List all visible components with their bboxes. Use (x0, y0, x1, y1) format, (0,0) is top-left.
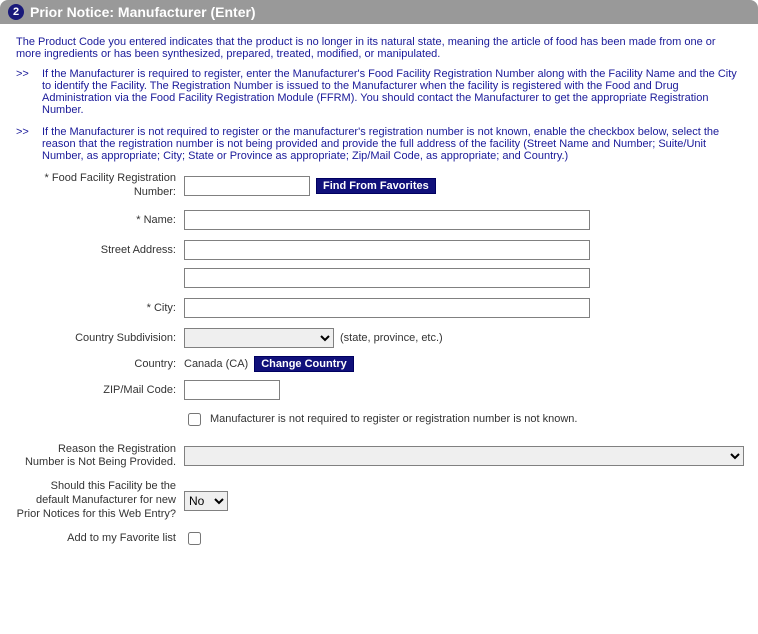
name-input[interactable] (184, 210, 590, 230)
country-subdivision-select[interactable] (184, 328, 334, 348)
street-address-1-input[interactable] (184, 240, 590, 260)
street-address-label: Street Address: (16, 244, 184, 256)
country-subdivision-hint: (state, province, etc.) (340, 332, 443, 344)
bullet-text-2: If the Manufacturer is not required to r… (42, 126, 742, 162)
default-manufacturer-select[interactable]: No (184, 491, 228, 511)
country-subdivision-label: Country Subdivision: (16, 332, 184, 344)
intro-text: The Product Code you entered indicates t… (16, 36, 742, 60)
section-header: 2 Prior Notice: Manufacturer (Enter) (0, 0, 758, 24)
add-favorite-label: Add to my Favorite list (16, 532, 184, 546)
find-from-favorites-button[interactable]: Find From Favorites (316, 178, 436, 194)
section-title: Prior Notice: Manufacturer (Enter) (30, 4, 256, 20)
country-value: Canada (CA) (184, 358, 248, 370)
country-label: Country: (16, 358, 184, 370)
registration-number-input[interactable] (184, 176, 310, 196)
bullet-marker: >> (16, 68, 42, 116)
zip-input[interactable] (184, 380, 280, 400)
city-label: * City: (16, 302, 184, 314)
street-address-2-input[interactable] (184, 268, 590, 288)
city-input[interactable] (184, 298, 590, 318)
add-favorite-checkbox[interactable] (188, 532, 201, 545)
reason-select[interactable] (184, 446, 744, 466)
bullet-marker: >> (16, 126, 42, 162)
change-country-button[interactable]: Change Country (254, 356, 354, 372)
step-number-badge: 2 (8, 4, 24, 20)
not-required-checkbox[interactable] (188, 413, 201, 426)
not-required-label: Manufacturer is not required to register… (210, 413, 577, 425)
zip-label: ZIP/Mail Code: (16, 384, 184, 396)
default-manufacturer-label: Should this Facility be the default Manu… (16, 480, 184, 521)
reason-label: Reason the Registration Number is Not Be… (16, 443, 184, 471)
bullet-text-1: If the Manufacturer is required to regis… (42, 68, 742, 116)
name-label: * Name: (16, 214, 184, 226)
registration-number-label: * Food Facility Registration Number: (16, 172, 184, 200)
